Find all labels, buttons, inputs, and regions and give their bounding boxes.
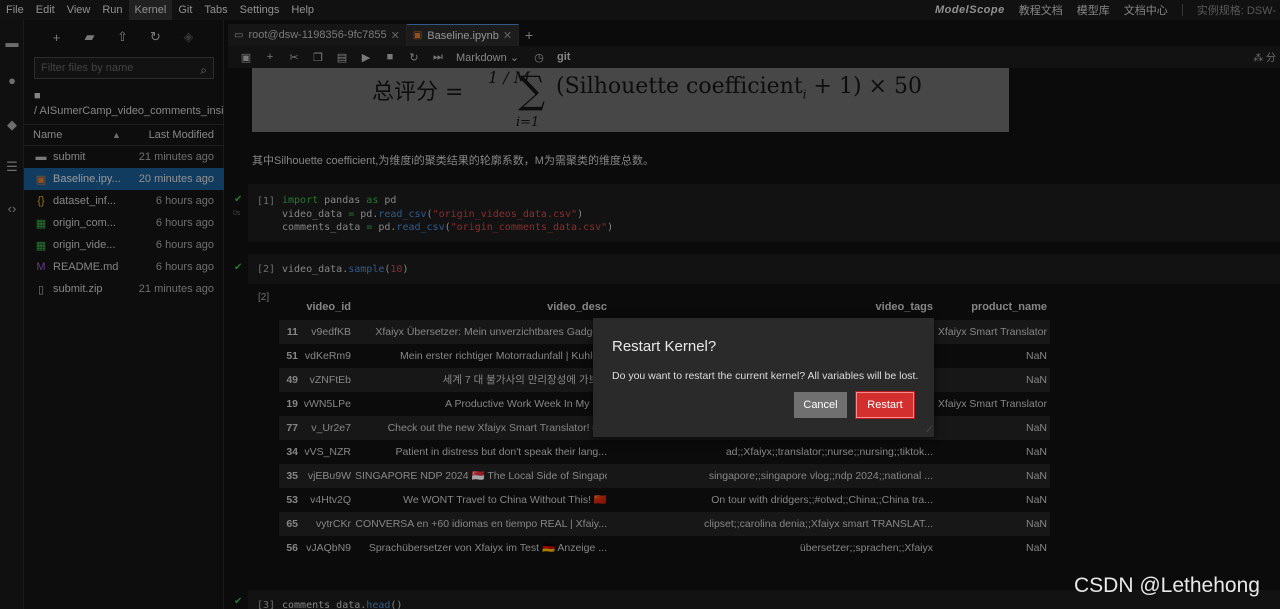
watermark: CSDN @Lethehong — [1074, 574, 1260, 597]
restart-kernel-dialog: Restart Kernel? Do you want to restart t… — [593, 318, 934, 437]
restart-button[interactable]: Restart — [856, 392, 914, 418]
resize-grip-icon[interactable]: ⟋ — [926, 425, 932, 435]
cancel-button[interactable]: Cancel — [794, 392, 847, 418]
dialog-title: Restart Kernel? — [612, 338, 717, 355]
modal-backdrop[interactable] — [0, 0, 1280, 609]
dialog-body: Do you want to restart the current kerne… — [612, 370, 919, 382]
